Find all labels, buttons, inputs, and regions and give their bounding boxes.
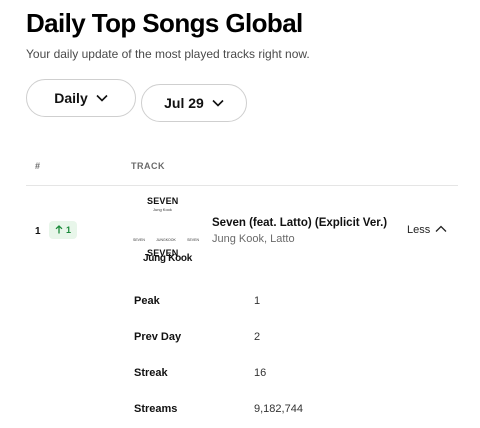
- stat-value-streams: 9,182,744: [254, 403, 303, 415]
- track-artist[interactable]: Jung Kook, Latto: [212, 233, 295, 245]
- album-cover[interactable]: SEVEN Jung Kook SEVEN JUNGKOOK SEVEN SEV…: [131, 192, 201, 264]
- column-header-rank: #: [35, 161, 41, 171]
- track-title[interactable]: Seven (feat. Latto) (Explicit Ver.): [212, 217, 387, 229]
- cover-text: SEVEN: [133, 238, 145, 242]
- stat-label-streams: Streams: [134, 403, 178, 415]
- stat-label-peak: Peak: [134, 295, 160, 307]
- page-subtitle: Your daily update of the most played tra…: [26, 47, 310, 61]
- chevron-down-icon: [96, 94, 108, 102]
- stat-label-streak: Streak: [134, 367, 168, 379]
- cover-text: Jung Kook: [153, 207, 172, 212]
- page-title: Daily Top Songs Global: [26, 8, 303, 38]
- stat-value-streak: 16: [254, 367, 267, 379]
- rank-number: 1: [35, 226, 41, 237]
- arrow-up-icon: [55, 224, 63, 236]
- stat-label-prev-day: Prev Day: [134, 331, 182, 343]
- chevron-up-icon: [435, 224, 447, 236]
- date-dropdown-label: Jul 29: [164, 95, 204, 111]
- collapse-label: Less: [407, 224, 431, 236]
- stat-value-peak: 1: [254, 295, 261, 307]
- cover-text: SEVEN: [187, 238, 199, 242]
- chevron-down-icon: [212, 99, 224, 107]
- cover-text-row: SEVEN JUNGKOOK SEVEN: [133, 238, 199, 242]
- stat-value-prev-day: 2: [254, 331, 261, 343]
- column-header-track: TRACK: [131, 161, 165, 171]
- cover-text: Jung Kook: [143, 253, 192, 264]
- header-divider: [26, 185, 458, 186]
- date-dropdown[interactable]: Jul 29: [141, 84, 247, 122]
- period-dropdown-label: Daily: [54, 90, 88, 106]
- rank-trend-badge: 1: [49, 221, 77, 239]
- cover-text: JUNGKOOK: [156, 238, 176, 242]
- rank-trend-value: 1: [65, 225, 71, 235]
- collapse-details-button[interactable]: Less: [407, 224, 447, 236]
- cover-text: SEVEN: [147, 196, 179, 206]
- period-dropdown[interactable]: Daily: [26, 79, 136, 117]
